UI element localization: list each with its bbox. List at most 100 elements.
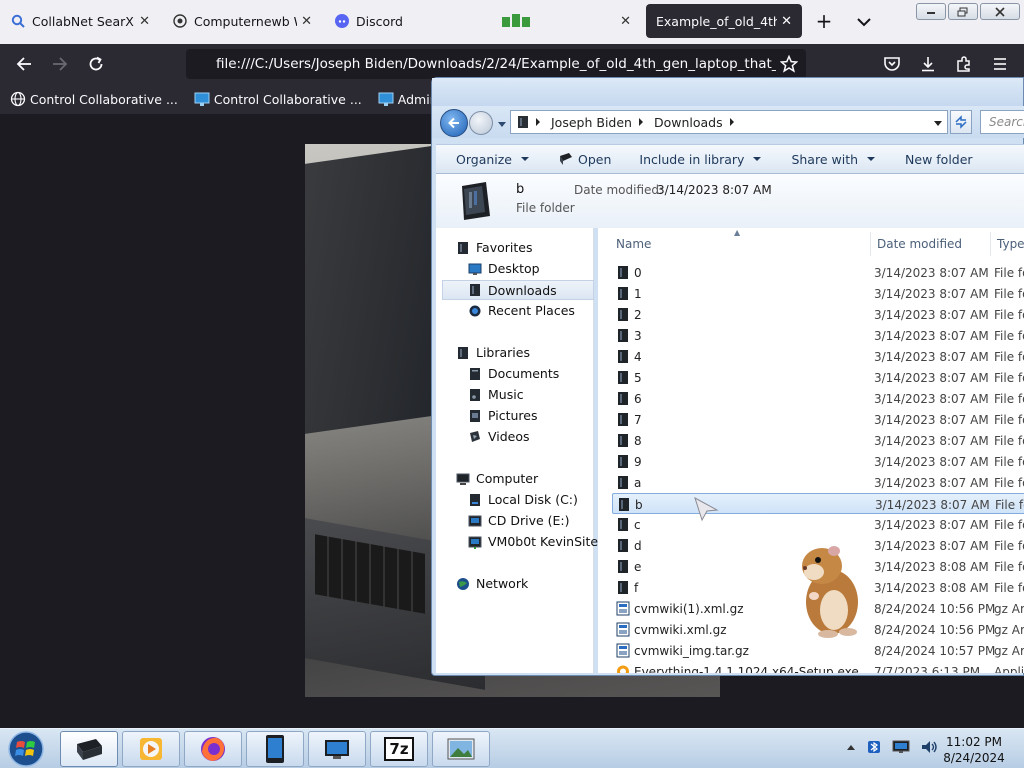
nav-music[interactable]: Music xyxy=(468,387,524,402)
file-row[interactable]: 0 3/14/2023 8:07 AM File fo xyxy=(612,262,1024,283)
bookmark-star-icon[interactable] xyxy=(779,54,799,76)
tab-vm[interactable]: ✕ xyxy=(486,2,641,40)
file-row[interactable]: a 3/14/2023 8:07 AM File fo xyxy=(612,472,1024,493)
file-row[interactable]: 1 3/14/2023 8:07 AM File fo xyxy=(612,283,1024,304)
7zip-icon: 7z xyxy=(384,737,414,761)
breadcrumb-joseph-biden[interactable]: Joseph Biden xyxy=(551,115,644,130)
nav-pictures[interactable]: Pictures xyxy=(468,408,538,423)
tab-discord[interactable]: Discord xyxy=(324,2,484,40)
nav-libraries[interactable]: Libraries xyxy=(456,345,530,360)
back-button[interactable] xyxy=(12,52,36,76)
include-in-library-button[interactable]: Include in library xyxy=(639,152,762,167)
nav-cd-drive[interactable]: CD Drive (E:) xyxy=(468,513,570,528)
new-tab-button[interactable]: + xyxy=(812,10,836,34)
close-tab-icon[interactable]: ✕ xyxy=(781,14,792,29)
column-header-type[interactable]: Type xyxy=(997,232,1024,256)
column-header-name[interactable]: Name xyxy=(616,232,866,256)
folder-icon xyxy=(616,412,630,427)
column-header-date-modified[interactable]: Date modified xyxy=(877,232,993,256)
taskbar-7zip[interactable]: 7z xyxy=(370,731,428,767)
file-row[interactable]: 8 3/14/2023 8:07 AM File fo xyxy=(612,430,1024,451)
tab-computernewb-wiki[interactable]: Computernewb Wiki ✕ xyxy=(162,2,322,40)
taskbar-remote-desktop[interactable] xyxy=(308,731,366,767)
file-name: cvmwiki_img.tar.gz xyxy=(634,644,749,658)
nav-favorites[interactable]: Favorites xyxy=(456,240,532,255)
file-date-modified: 7/7/2023 6:13 PM xyxy=(874,665,981,673)
file-row[interactable]: 6 3/14/2023 8:07 AM File fo xyxy=(612,388,1024,409)
explorer-search-input[interactable]: Search xyxy=(980,110,1024,134)
minimize-button[interactable] xyxy=(916,3,946,20)
breadcrumb-downloads[interactable]: Downloads xyxy=(654,115,735,130)
close-tab-icon[interactable]: ✕ xyxy=(301,14,312,29)
file-row[interactable]: Everything-1.4.1.1024.x64-Setup.exe 7/7/2… xyxy=(612,661,1024,673)
close-tab-icon[interactable]: ✕ xyxy=(139,14,150,29)
firefox-icon xyxy=(201,737,225,761)
show-hidden-icons-button[interactable] xyxy=(846,742,856,756)
explorer-back-button[interactable] xyxy=(440,109,468,137)
forward-button[interactable] xyxy=(48,52,72,76)
organize-button[interactable]: Organize xyxy=(456,152,529,167)
file-row[interactable]: 5 3/14/2023 8:07 AM File fo xyxy=(612,367,1024,388)
tab-active-image[interactable]: Example_of_old_4th_gen ✕ xyxy=(646,4,802,38)
taskbar-firefox[interactable] xyxy=(184,731,242,767)
list-tabs-button[interactable] xyxy=(852,10,876,34)
share-with-button[interactable]: Share with xyxy=(791,152,876,167)
favorites-icon xyxy=(458,241,468,254)
nav-downloads[interactable]: Downloads xyxy=(442,280,594,300)
hamster-desktop-pet[interactable] xyxy=(790,530,865,640)
tray-bluetooth-icon[interactable] xyxy=(866,739,882,758)
chevron-up-icon xyxy=(847,744,855,750)
explorer-titlebar[interactable] xyxy=(432,78,1023,106)
open-button[interactable]: Open xyxy=(559,152,611,167)
new-folder-button[interactable]: New folder xyxy=(905,152,973,167)
extensions-button[interactable] xyxy=(952,52,976,76)
taskbar-clock[interactable]: 11:02 PM 8/24/2024 xyxy=(938,734,1010,766)
file-row[interactable]: 2 3/14/2023 8:07 AM File fo xyxy=(612,304,1024,325)
column-divider[interactable] xyxy=(990,232,991,256)
explorer-refresh-button[interactable] xyxy=(950,110,972,134)
taskbar-explorer[interactable] xyxy=(60,731,118,767)
tray-volume-icon[interactable] xyxy=(920,739,938,758)
file-row[interactable]: b 3/14/2023 8:07 AM File fo xyxy=(612,493,1024,514)
nav-vm-kevinsite[interactable]: VM0b0t KevinSite xyxy=(468,534,598,549)
file-row[interactable]: 3 3/14/2023 8:07 AM File fo xyxy=(612,325,1024,346)
reload-button[interactable] xyxy=(84,52,108,76)
nav-desktop[interactable]: Desktop xyxy=(468,261,540,276)
file-name: d xyxy=(634,539,642,553)
nav-computer[interactable]: Computer xyxy=(456,471,538,486)
explorer-address-bar[interactable]: Joseph Biden Downloads xyxy=(510,110,948,134)
url-bar[interactable]: file:///C:/Users/Joseph Biden/Downloads/… xyxy=(186,49,806,79)
file-row[interactable]: 4 3/14/2023 8:07 AM File fo xyxy=(612,346,1024,367)
start-button[interactable] xyxy=(6,730,46,768)
file-name: 9 xyxy=(634,455,642,469)
file-row[interactable]: 9 3/14/2023 8:07 AM File fo xyxy=(612,451,1024,472)
address-dropdown-icon[interactable] xyxy=(933,116,943,126)
taskbar-media-player[interactable] xyxy=(122,731,180,767)
tab-searxng[interactable]: CollabNet SearXNG ✕ xyxy=(0,2,160,40)
bookmark-control-collaborative-2[interactable]: Control Collaborative ... xyxy=(194,91,362,107)
arrow-left-icon xyxy=(448,117,459,129)
tray-network-icon[interactable] xyxy=(892,739,910,758)
restore-button[interactable] xyxy=(948,3,978,20)
taskbar-picture-viewer[interactable] xyxy=(432,731,490,767)
menu-button[interactable] xyxy=(988,52,1012,76)
column-divider[interactable] xyxy=(870,232,871,256)
explorer-forward-button[interactable] xyxy=(469,111,493,135)
nav-documents[interactable]: Documents xyxy=(468,366,559,381)
file-row[interactable]: 7 3/14/2023 8:07 AM File fo xyxy=(612,409,1024,430)
taskbar-tablet-app[interactable] xyxy=(246,731,304,767)
file-type: File fo xyxy=(994,539,1024,553)
downloads-button[interactable] xyxy=(916,52,940,76)
nav-videos[interactable]: Videos xyxy=(468,429,530,444)
details-item-name: b xyxy=(516,182,525,197)
nav-network[interactable]: Network xyxy=(456,576,528,591)
close-window-button[interactable] xyxy=(980,3,1020,20)
close-tab-icon[interactable]: ✕ xyxy=(620,14,631,29)
file-row[interactable]: cvmwiki_img.tar.gz 8/24/2024 10:57 PM gz A… xyxy=(612,640,1024,661)
recent-pages-button[interactable] xyxy=(497,118,507,127)
bookmark-control-collaborative-1[interactable]: Control Collaborative ... xyxy=(10,91,178,107)
nav-recent-places[interactable]: Recent Places xyxy=(468,303,575,318)
nav-local-disk[interactable]: Local Disk (C:) xyxy=(468,492,578,507)
libraries-icon xyxy=(458,346,468,359)
pocket-button[interactable] xyxy=(880,52,904,76)
